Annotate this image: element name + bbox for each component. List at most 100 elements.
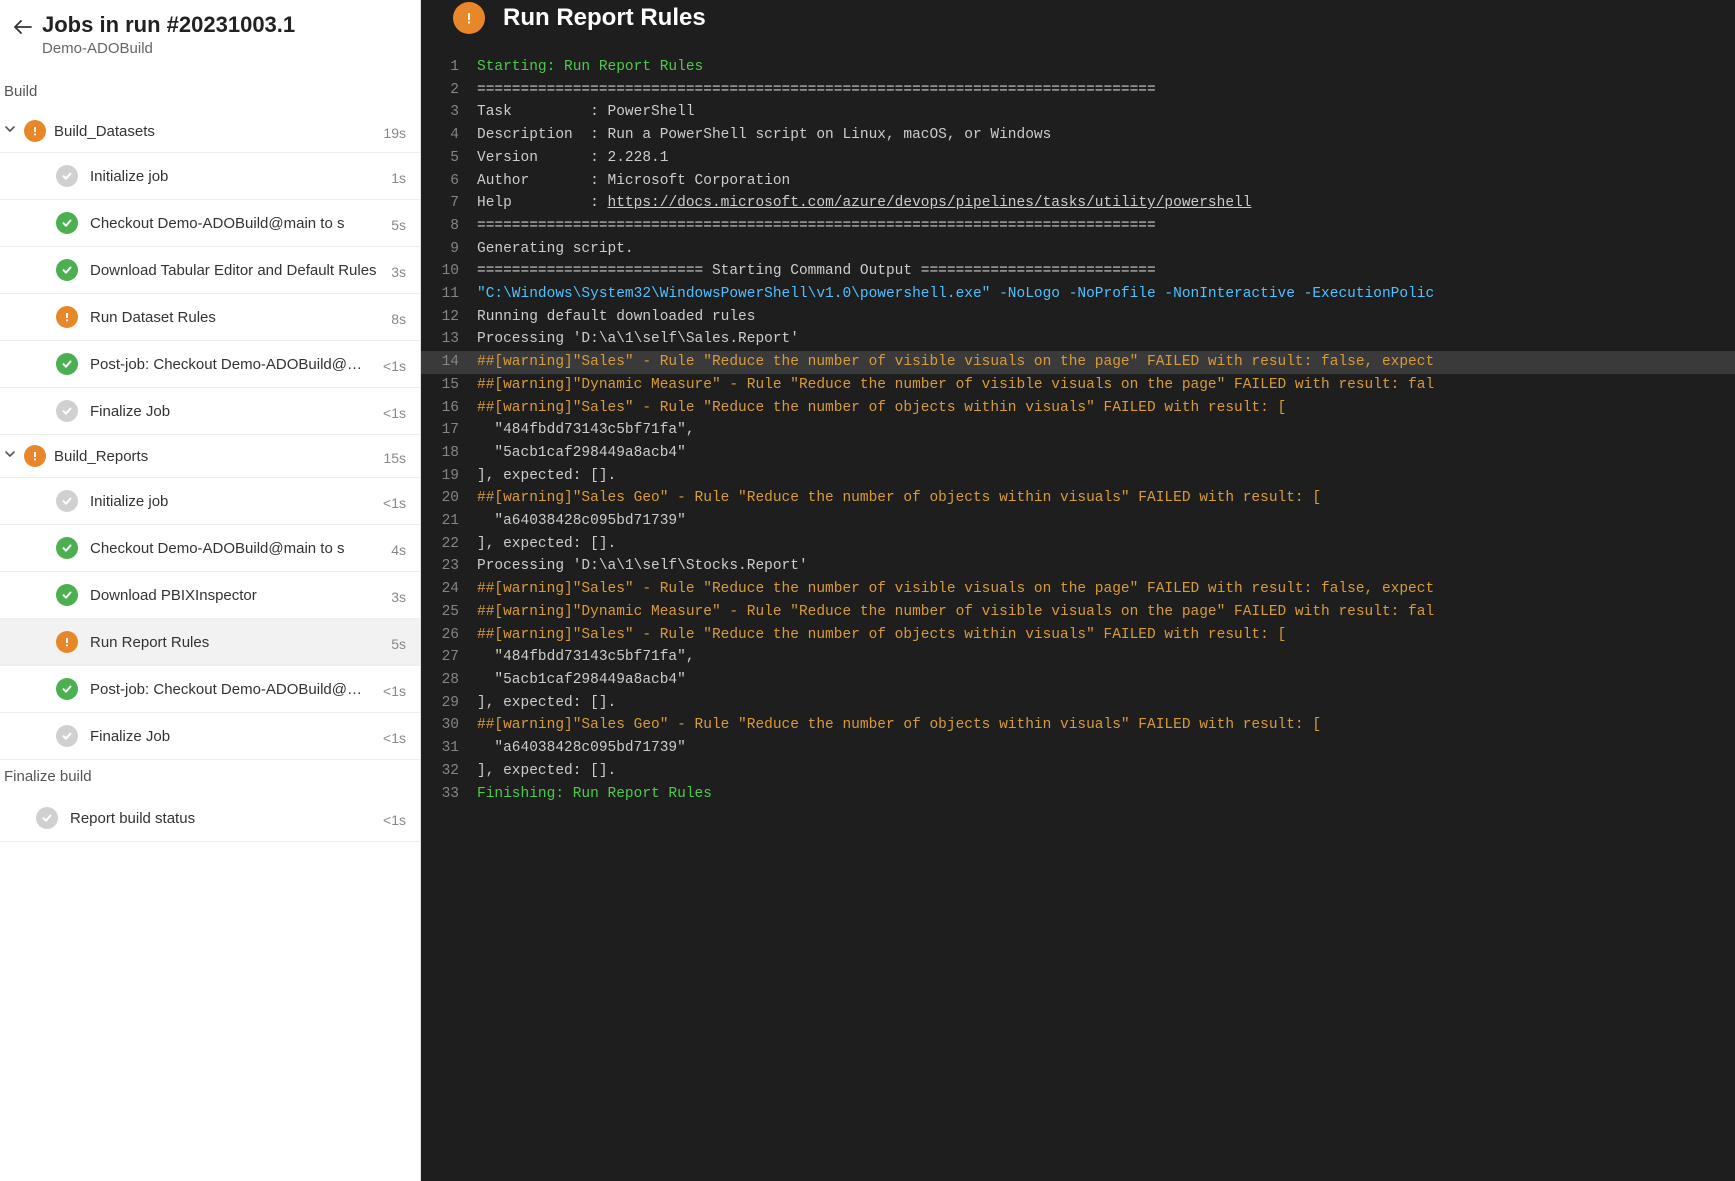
line-number: 24 xyxy=(421,578,477,601)
line-content: "a64038428c095bd71739" xyxy=(477,737,1735,760)
log-line[interactable]: 16##[warning]"Sales" - Rule "Reduce the … xyxy=(421,397,1735,420)
line-content: "484fbdd73143c5bf71fa", xyxy=(477,646,1735,669)
sidebar-header: Jobs in run #20231003.1 Demo-ADOBuild xyxy=(0,0,420,75)
line-number: 30 xyxy=(421,714,477,737)
line-number: 12 xyxy=(421,306,477,329)
line-number: 5 xyxy=(421,147,477,170)
chevron-down-icon[interactable] xyxy=(4,122,16,140)
back-arrow-icon[interactable] xyxy=(14,20,32,39)
log-line[interactable]: 31 "a64038428c095bd71739" xyxy=(421,737,1735,760)
log-line[interactable]: 23Processing 'D:\a\1\self\Stocks.Report' xyxy=(421,555,1735,578)
step-row[interactable]: Checkout Demo-ADOBuild@main to s4s xyxy=(0,525,420,572)
line-number: 14 xyxy=(421,351,477,374)
log-line[interactable]: 33Finishing: Run Report Rules xyxy=(421,783,1735,806)
step-label: Initialize job xyxy=(90,493,371,510)
line-number: 31 xyxy=(421,737,477,760)
line-content: Generating script. xyxy=(477,238,1735,261)
warning-icon xyxy=(56,306,78,328)
log-line[interactable]: 22], expected: []. xyxy=(421,533,1735,556)
step-duration: 5s xyxy=(391,636,406,652)
help-link[interactable]: https://docs.microsoft.com/azure/devops/… xyxy=(608,195,1252,211)
line-number: 23 xyxy=(421,555,477,578)
step-duration: <1s xyxy=(383,358,406,374)
log-line[interactable]: 12Running default downloaded rules xyxy=(421,306,1735,329)
log-line[interactable]: 28 "5acb1caf298449a8acb4" xyxy=(421,669,1735,692)
line-content: Running default downloaded rules xyxy=(477,306,1735,329)
log-area[interactable]: 1Starting: Run Report Rules2============… xyxy=(421,50,1735,1181)
log-line[interactable]: 21 "a64038428c095bd71739" xyxy=(421,510,1735,533)
log-line[interactable]: 13Processing 'D:\a\1\self\Sales.Report' xyxy=(421,328,1735,351)
step-row[interactable]: Download Tabular Editor and Default Rule… xyxy=(0,247,420,294)
line-content: "5acb1caf298449a8acb4" xyxy=(477,669,1735,692)
log-line[interactable]: 11"C:\Windows\System32\WindowsPowerShell… xyxy=(421,283,1735,306)
step-row[interactable]: Run Dataset Rules8s xyxy=(0,294,420,341)
log-line[interactable]: 19], expected: []. xyxy=(421,465,1735,488)
line-content: "C:\Windows\System32\WindowsPowerShell\v… xyxy=(477,283,1735,306)
log-line[interactable]: 8=======================================… xyxy=(421,215,1735,238)
log-line[interactable]: 24##[warning]"Sales" - Rule "Reduce the … xyxy=(421,578,1735,601)
log-line[interactable]: 26##[warning]"Sales" - Rule "Reduce the … xyxy=(421,624,1735,647)
step-row[interactable]: Download PBIXInspector3s xyxy=(0,572,420,619)
log-line[interactable]: 2=======================================… xyxy=(421,79,1735,102)
step-row[interactable]: Initialize job <1s xyxy=(0,478,420,525)
step-label: Report build status xyxy=(70,810,371,827)
log-line[interactable]: 15##[warning]"Dynamic Measure" - Rule "R… xyxy=(421,374,1735,397)
step-row[interactable]: Checkout Demo-ADOBuild@main to s5s xyxy=(0,200,420,247)
log-line[interactable]: 5Version : 2.228.1 xyxy=(421,147,1735,170)
chevron-down-icon[interactable] xyxy=(4,447,16,465)
line-number: 8 xyxy=(421,215,477,238)
line-number: 13 xyxy=(421,328,477,351)
neutral-icon xyxy=(56,490,78,512)
log-line[interactable]: 17 "484fbdd73143c5bf71fa", xyxy=(421,419,1735,442)
line-number: 21 xyxy=(421,510,477,533)
step-duration: 1s xyxy=(391,170,406,186)
log-line[interactable]: 32], expected: []. xyxy=(421,760,1735,783)
log-line[interactable]: 7Help : https://docs.microsoft.com/azure… xyxy=(421,192,1735,215)
step-label: Run Report Rules xyxy=(90,634,379,651)
log-line[interactable]: 20##[warning]"Sales Geo" - Rule "Reduce … xyxy=(421,487,1735,510)
job-row[interactable]: Build_Reports15s xyxy=(0,435,420,478)
log-line[interactable]: 25##[warning]"Dynamic Measure" - Rule "R… xyxy=(421,601,1735,624)
step-row[interactable]: Finalize Job<1s xyxy=(0,388,420,435)
log-line[interactable]: 29], expected: []. xyxy=(421,692,1735,715)
log-line[interactable]: 1Starting: Run Report Rules xyxy=(421,56,1735,79)
line-number: 6 xyxy=(421,170,477,193)
line-number: 33 xyxy=(421,783,477,806)
log-line[interactable]: 10========================== Starting Co… xyxy=(421,260,1735,283)
sidebar[interactable]: Jobs in run #20231003.1 Demo-ADOBuild Bu… xyxy=(0,0,421,1181)
log-line[interactable]: 18 "5acb1caf298449a8acb4" xyxy=(421,442,1735,465)
warning-icon xyxy=(453,2,485,34)
line-content: ##[warning]"Sales" - Rule "Reduce the nu… xyxy=(477,397,1735,420)
job-row[interactable]: Build_Datasets19s xyxy=(0,110,420,153)
log-line[interactable]: 9Generating script. xyxy=(421,238,1735,261)
page-title: Jobs in run #20231003.1 xyxy=(42,12,406,38)
line-content: "484fbdd73143c5bf71fa", xyxy=(477,419,1735,442)
step-duration: 5s xyxy=(391,217,406,233)
log-line[interactable]: 6Author : Microsoft Corporation xyxy=(421,170,1735,193)
log-line[interactable]: 14##[warning]"Sales" - Rule "Reduce the … xyxy=(421,351,1735,374)
step-row[interactable]: Report build status<1s xyxy=(0,795,420,842)
step-row[interactable]: Run Report Rules 5s xyxy=(0,619,420,666)
line-content: ##[warning]"Sales" - Rule "Reduce the nu… xyxy=(477,578,1735,601)
success-icon xyxy=(56,537,78,559)
line-content: ##[warning]"Sales Geo" - Rule "Reduce th… xyxy=(477,487,1735,510)
log-line[interactable]: 30##[warning]"Sales Geo" - Rule "Reduce … xyxy=(421,714,1735,737)
step-duration: <1s xyxy=(383,495,406,511)
line-content: Description : Run a PowerShell script on… xyxy=(477,124,1735,147)
step-row[interactable]: Post-job: Checkout Demo-ADOBuild@main<1s xyxy=(0,666,420,713)
neutral-icon xyxy=(56,400,78,422)
log-line[interactable]: 4Description : Run a PowerShell script o… xyxy=(421,124,1735,147)
warning-icon xyxy=(56,631,78,653)
line-content: Version : 2.228.1 xyxy=(477,147,1735,170)
log-line[interactable]: 27 "484fbdd73143c5bf71fa", xyxy=(421,646,1735,669)
line-content: ========================================… xyxy=(477,79,1735,102)
step-row[interactable]: Initialize job1s xyxy=(0,153,420,200)
line-number: 2 xyxy=(421,79,477,102)
log-line[interactable]: 3Task : PowerShell xyxy=(421,101,1735,124)
line-content: ========================== Starting Comm… xyxy=(477,260,1735,283)
line-number: 11 xyxy=(421,283,477,306)
neutral-icon xyxy=(56,725,78,747)
line-content: ##[warning]"Dynamic Measure" - Rule "Red… xyxy=(477,601,1735,624)
step-row[interactable]: Post-job: Checkout Demo-ADOBuild@main<1s xyxy=(0,341,420,388)
step-row[interactable]: Finalize Job<1s xyxy=(0,713,420,760)
